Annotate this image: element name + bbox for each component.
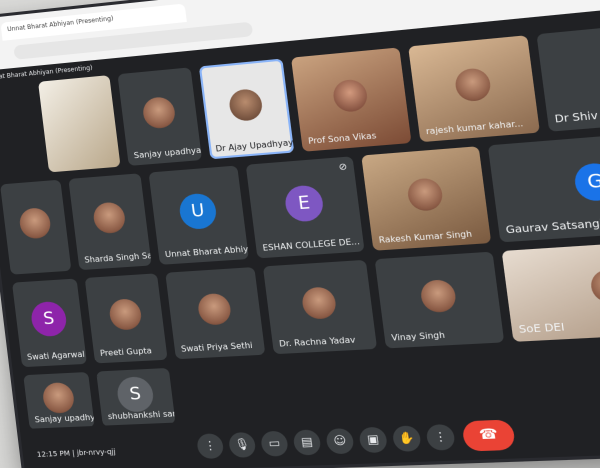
participant-tile[interactable] bbox=[0, 179, 72, 275]
camera-icon[interactable]: ▭ bbox=[259, 430, 290, 457]
shared-screen-thumbnail bbox=[38, 75, 121, 173]
participant-video bbox=[331, 77, 369, 113]
more-options-icon[interactable]: ⋮ bbox=[195, 433, 225, 460]
participant-video bbox=[141, 95, 177, 129]
participant-name: Rakesh Kumar Singh bbox=[378, 229, 473, 246]
participant-tile[interactable]: Prof Sona Vikas bbox=[290, 47, 412, 152]
participant-tile[interactable]: S shubhankshi sarkar bbox=[96, 367, 176, 427]
participant-video bbox=[589, 268, 600, 304]
more-icon[interactable]: ⋮ bbox=[425, 423, 456, 451]
present-icon[interactable]: ▣ bbox=[358, 426, 389, 454]
participant-name: Sharda Singh Sahn... bbox=[83, 249, 152, 265]
participant-name: shubhankshi sarkar bbox=[107, 408, 176, 422]
participant-tile[interactable]: Dr. Rachna Yadav bbox=[262, 259, 378, 355]
participant-name: Dr. Rachna Yadav bbox=[278, 335, 356, 349]
participant-video bbox=[107, 298, 143, 331]
participant-tile[interactable]: Swati Priya Sethi bbox=[165, 267, 266, 360]
participant-tile[interactable]: Sanjay upadhyay bbox=[117, 67, 203, 166]
raise-hand-icon[interactable]: ✋ bbox=[391, 425, 422, 452]
participant-name: Preeti Gupta bbox=[99, 346, 153, 359]
participant-video bbox=[18, 206, 52, 239]
participant-name: Sanjay upadhyay bbox=[34, 412, 95, 425]
participant-avatar: S bbox=[115, 376, 156, 413]
participant-tile[interactable]: U Unnat Bharat Abhiyan bbox=[148, 165, 249, 265]
meeting-clock: 12:15 PM | jbr-nrvy-qjj bbox=[36, 447, 117, 459]
participant-video bbox=[406, 176, 445, 212]
participant-tile[interactable]: Sanjay upadhyay bbox=[23, 371, 95, 430]
photo: Unnat Bharat Abhiyan (Presenting) Unnat … bbox=[0, 0, 600, 468]
captions-icon[interactable]: ▤ bbox=[292, 429, 322, 456]
participant-tile[interactable]: ⊘ E ESHAN COLLEGE DE... bbox=[245, 156, 365, 259]
participant-video bbox=[227, 87, 264, 122]
participant-video bbox=[41, 382, 76, 415]
participant-name: Sanjay upadhyay bbox=[133, 145, 203, 161]
participant-tile[interactable] bbox=[38, 75, 121, 173]
mic-icon[interactable]: 🎙 bbox=[227, 431, 257, 458]
mic-off-icon: ⊘ bbox=[338, 162, 348, 174]
participant-name: Vinay Singh bbox=[390, 330, 446, 343]
emoji-icon[interactable]: ☺ bbox=[325, 427, 355, 455]
participant-name: rajesh kumar kahar... bbox=[425, 118, 524, 137]
participant-tile[interactable]: SoE DEI bbox=[501, 237, 600, 342]
participant-avatar: G bbox=[572, 161, 600, 202]
participant-tile[interactable]: ⊘ G Gaurav Satsangi bbox=[487, 128, 600, 243]
monitor-screen: Unnat Bharat Abhiyan (Presenting) Unnat … bbox=[0, 0, 600, 468]
participant-name: Unnat Bharat Abhiyan bbox=[164, 243, 249, 260]
participant-tile[interactable]: rajesh kumar kahar... bbox=[408, 35, 540, 143]
participant-avatar: S bbox=[29, 300, 69, 337]
participant-tile[interactable]: Preeti Gupta bbox=[84, 273, 168, 364]
participant-tile[interactable]: Vinay Singh bbox=[374, 251, 505, 349]
participant-name: Gaurav Satsangi bbox=[505, 218, 600, 237]
participant-name: Prof Sona Vikas bbox=[307, 130, 377, 146]
participant-tile[interactable]: Rakesh Kumar Singh bbox=[361, 146, 492, 251]
participant-video bbox=[453, 66, 493, 102]
participant-avatar: U bbox=[177, 191, 218, 230]
participant-name: Dr Shiv Kumar Arya bbox=[554, 104, 600, 126]
participant-name: ESHAN COLLEGE DE... bbox=[262, 236, 361, 253]
participant-tile[interactable]: Sharda Singh Sahn... bbox=[68, 173, 152, 271]
participant-tile[interactable]: S Swati Agarwal bbox=[11, 278, 87, 368]
participant-name: Swati Priya Sethi bbox=[180, 340, 254, 354]
participant-name: Dr Ajay Upadhyay bbox=[215, 137, 294, 154]
participant-video bbox=[419, 278, 458, 313]
participant-video bbox=[300, 286, 338, 320]
meeting-area: Unnat Bharat Abhiyan (Presenting) Sanjay… bbox=[0, 1, 600, 468]
participant-video bbox=[91, 200, 127, 234]
end-call-button[interactable]: ☎ bbox=[461, 419, 516, 452]
participant-avatar: E bbox=[283, 183, 325, 223]
participant-name: Swati Agarwal bbox=[26, 349, 86, 362]
participant-name: SoE DEI bbox=[518, 321, 566, 337]
participant-tile-active[interactable]: Dr Ajay Upadhyay bbox=[198, 58, 295, 160]
participant-tile[interactable]: ⊘ Dr Shiv Kumar Arya bbox=[536, 20, 600, 132]
participant-video bbox=[196, 292, 233, 326]
